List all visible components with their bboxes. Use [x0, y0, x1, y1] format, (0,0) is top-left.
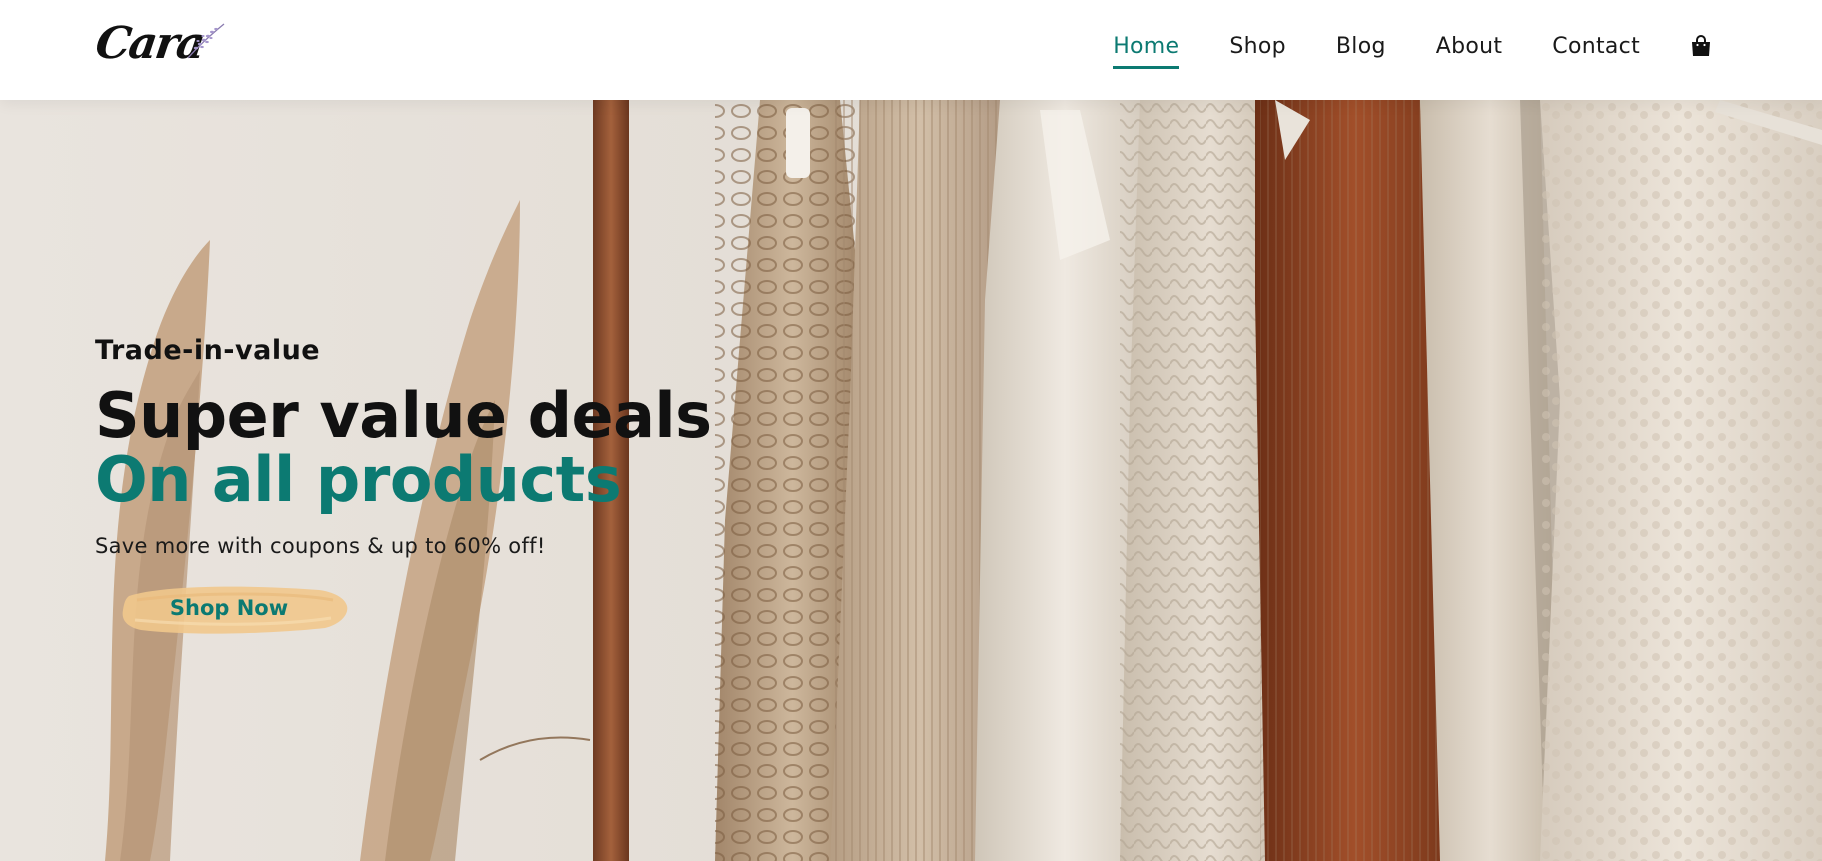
cart-button[interactable] [1690, 34, 1712, 58]
shop-now-label: Shop Now [169, 596, 289, 620]
lavender-sprig-icon [187, 23, 225, 59]
main-nav: Home Shop Blog About Contact [1113, 0, 1712, 92]
shopping-bag-icon [1692, 35, 1710, 56]
hero-headline-accent: On all products [95, 443, 622, 516]
nav-item-home[interactable]: Home [1113, 34, 1180, 69]
clothing-rack [715, 100, 1822, 861]
nav-item-blog[interactable]: Blog [1336, 34, 1386, 59]
shop-now-button[interactable]: Shop Now [119, 580, 351, 636]
hero-eyebrow: Trade-in-value [95, 335, 321, 366]
hero-subtext: Save more with coupons & up to 60% off! [95, 534, 546, 558]
nav-item-contact[interactable]: Contact [1552, 34, 1640, 59]
hero-banner: Trade-in-value Super value deals On all … [0, 100, 1822, 861]
site-header: Cara Home Shop Blog About Contact [0, 0, 1822, 100]
nav-item-shop[interactable]: Shop [1229, 34, 1286, 59]
nav-item-about[interactable]: About [1436, 34, 1503, 59]
hero-copy: Trade-in-value Super value deals On all … [95, 335, 712, 636]
hero-headline: Super value deals [95, 379, 712, 452]
brand-logo[interactable]: Cara [92, 18, 226, 74]
